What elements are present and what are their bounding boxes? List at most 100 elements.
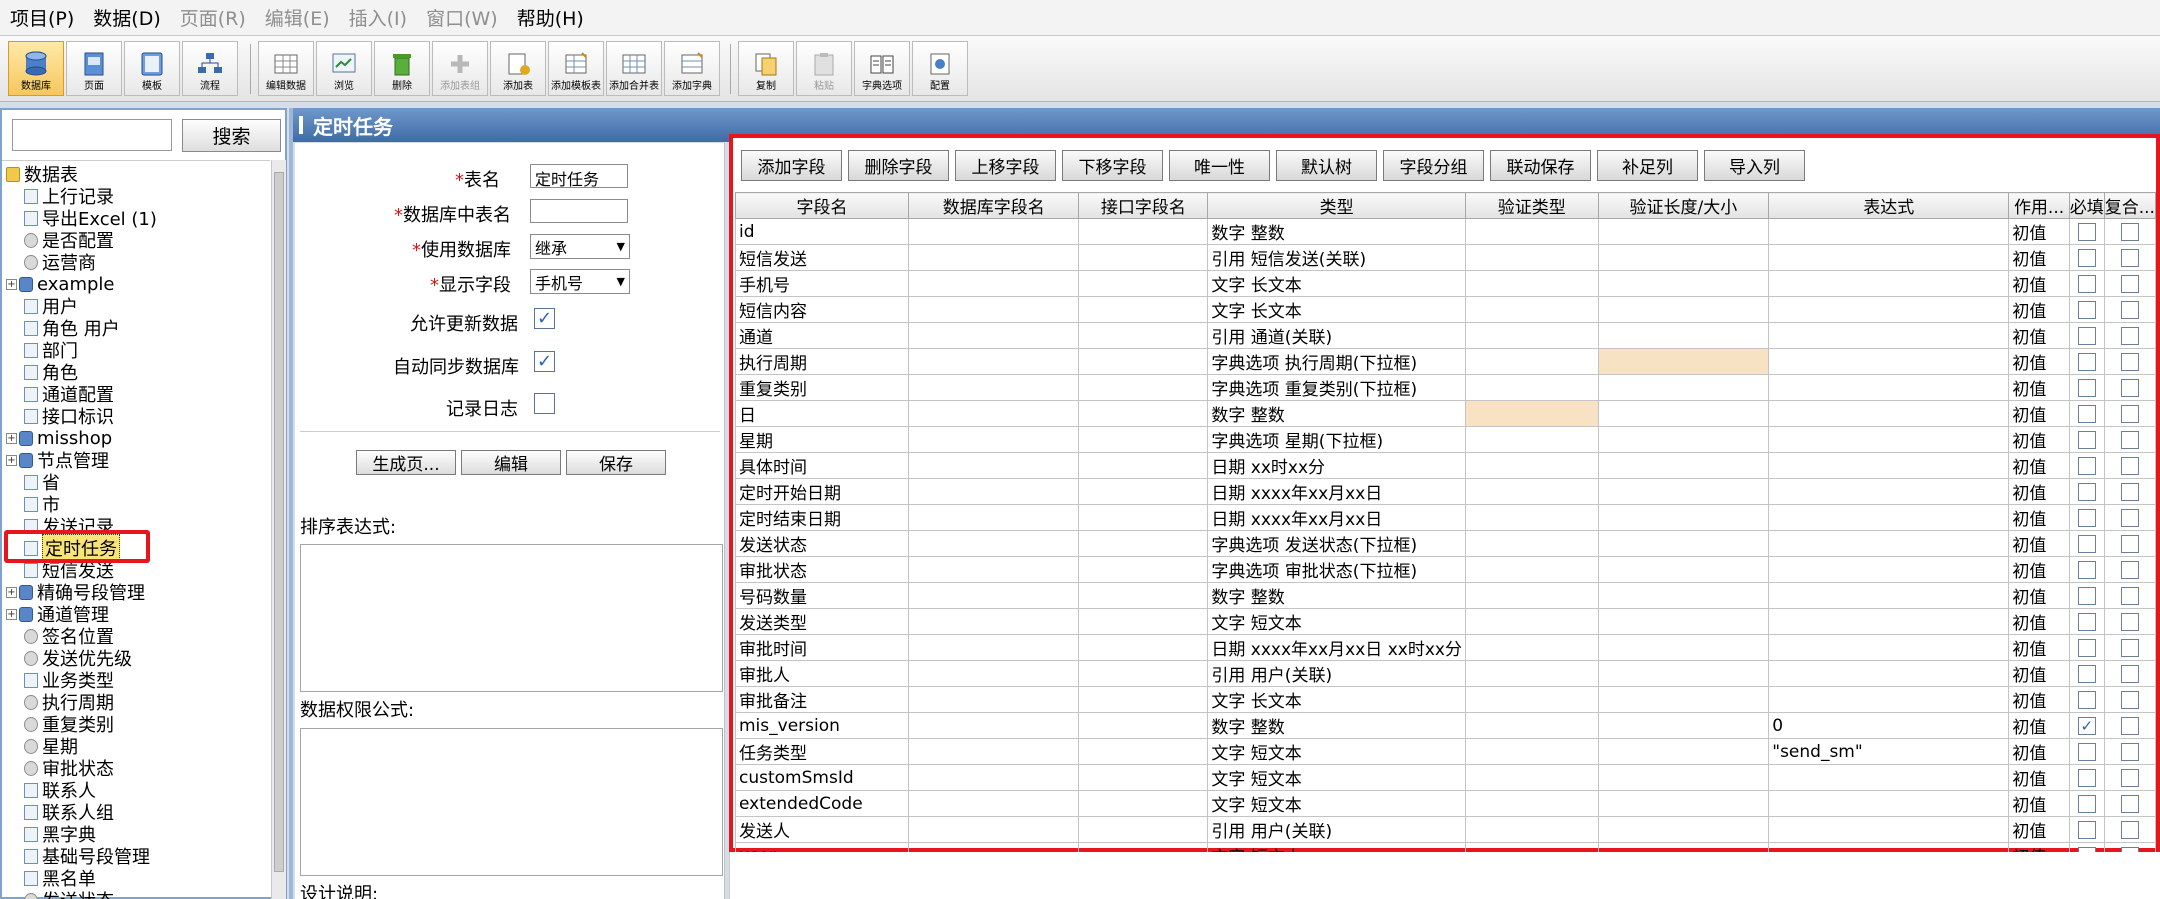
- grid-cell[interactable]: 数字 整数: [1207, 218, 1466, 245]
- grid-cell[interactable]: 初值: [2008, 374, 2070, 401]
- record-log-checkbox[interactable]: [534, 393, 555, 414]
- grid-cell[interactable]: [2068, 686, 2105, 713]
- add-table-group-button[interactable]: 添加表组: [432, 41, 488, 96]
- grid-cell[interactable]: 数字 整数: [1207, 712, 1466, 739]
- grid-cell[interactable]: 数字 整数: [1207, 582, 1466, 609]
- composite-checkbox[interactable]: [2120, 612, 2139, 631]
- grid-cell[interactable]: [1464, 556, 1599, 583]
- grid-cell[interactable]: [2103, 712, 2157, 739]
- move-up-field-button[interactable]: 上移字段: [955, 150, 1056, 181]
- table-row[interactable]: 重复类别 字典选项 重复类别(下拉框) 初值: [734, 374, 2157, 401]
- dictionary-options-button[interactable]: 字典选项: [854, 41, 910, 96]
- grid-cell[interactable]: [1078, 426, 1209, 453]
- grid-cell[interactable]: [2103, 478, 2157, 505]
- table-row[interactable]: 审批时间 日期 xxxx年xx月xx日 xx时xx分 初值: [734, 634, 2157, 661]
- grid-cell[interactable]: 0: [1768, 712, 2010, 739]
- required-checkbox[interactable]: [2077, 404, 2096, 423]
- paste-button[interactable]: 粘贴: [796, 41, 852, 96]
- grid-cell[interactable]: id: [734, 218, 910, 245]
- grid-cell[interactable]: 引用 通道(关联): [1207, 322, 1466, 349]
- composite-checkbox[interactable]: [2120, 404, 2139, 423]
- add-merge-table-button[interactable]: 添加合并表: [606, 41, 662, 96]
- panel-splitter[interactable]: [289, 108, 293, 899]
- required-checkbox[interactable]: [2077, 248, 2096, 267]
- column-header[interactable]: 接口字段名: [1078, 192, 1209, 219]
- unique-button[interactable]: 唯一性: [1169, 150, 1270, 181]
- tree-item[interactable]: -数据表: [6, 163, 78, 186]
- grid-cell[interactable]: [2103, 556, 2157, 583]
- grid-cell[interactable]: ✓: [2068, 712, 2105, 739]
- composite-checkbox[interactable]: [2120, 716, 2139, 735]
- grid-cell[interactable]: [1597, 712, 1770, 739]
- grid-cell[interactable]: [2103, 296, 2157, 323]
- composite-checkbox[interactable]: [2120, 430, 2139, 449]
- grid-cell[interactable]: 引用 用户(关联): [1207, 660, 1466, 687]
- grid-cell[interactable]: [1464, 738, 1599, 765]
- grid-cell[interactable]: 日: [734, 400, 910, 427]
- grid-cell[interactable]: [2103, 244, 2157, 271]
- grid-cell[interactable]: [2068, 530, 2105, 557]
- grid-cell[interactable]: 初值: [2008, 816, 2070, 843]
- grid-cell[interactable]: 初值: [2008, 556, 2070, 583]
- tree-item[interactable]: 接口标识: [24, 405, 114, 428]
- required-checkbox[interactable]: [2077, 482, 2096, 501]
- grid-cell[interactable]: [1597, 608, 1770, 635]
- menu-help[interactable]: 帮助(H): [507, 4, 593, 31]
- grid-cell[interactable]: 字典选项 审批状态(下拉框): [1207, 556, 1466, 583]
- grid-cell[interactable]: [908, 244, 1080, 271]
- grid-cell[interactable]: [1597, 530, 1770, 557]
- linked-save-button[interactable]: 联动保存: [1490, 150, 1591, 181]
- menu-window[interactable]: 窗口(W): [416, 4, 507, 31]
- grid-cell[interactable]: 初值: [2008, 348, 2070, 375]
- grid-cell[interactable]: 手机号: [734, 270, 910, 297]
- table-row[interactable]: extendedCode 文字 短文本 初值: [734, 790, 2157, 817]
- expand-icon[interactable]: +: [6, 608, 17, 620]
- grid-cell[interactable]: [2103, 374, 2157, 401]
- edit-button[interactable]: 编辑: [461, 450, 561, 475]
- grid-cell[interactable]: [1078, 816, 1209, 843]
- required-checkbox[interactable]: [2077, 352, 2096, 371]
- table-row[interactable]: 定时结束日期 日期 xxxx年xx月xx日 初值: [734, 504, 2157, 531]
- field-group-button[interactable]: 字段分组: [1383, 150, 1484, 181]
- tree-item[interactable]: 定时任务: [24, 534, 120, 562]
- composite-checkbox[interactable]: [2120, 586, 2139, 605]
- grid-cell[interactable]: [1464, 790, 1599, 817]
- grid-cell[interactable]: [1464, 478, 1599, 505]
- required-checkbox[interactable]: [2077, 768, 2096, 787]
- grid-cell[interactable]: 初值: [2008, 660, 2070, 687]
- grid-cell[interactable]: [1464, 452, 1599, 479]
- grid-cell[interactable]: 审批时间: [734, 634, 910, 661]
- required-checkbox[interactable]: [2077, 638, 2096, 657]
- grid-cell[interactable]: [1597, 790, 1770, 817]
- grid-cell[interactable]: [1078, 556, 1209, 583]
- grid-cell[interactable]: [1768, 504, 2010, 531]
- grid-cell[interactable]: [1768, 816, 2010, 843]
- grid-cell[interactable]: 文字 短文本: [1207, 790, 1466, 817]
- grid-cell[interactable]: [1078, 322, 1209, 349]
- import-columns-button[interactable]: 导入列: [1704, 150, 1805, 181]
- tree-item[interactable]: 黑名单: [24, 867, 96, 890]
- grid-cell[interactable]: [2068, 478, 2105, 505]
- column-header[interactable]: 复合...: [2103, 192, 2157, 219]
- add-table-button[interactable]: 添加表: [490, 41, 546, 96]
- config-button[interactable]: 配置: [912, 41, 968, 96]
- grid-cell[interactable]: [2068, 218, 2105, 245]
- required-checkbox[interactable]: [2077, 534, 2096, 553]
- grid-cell[interactable]: [908, 530, 1080, 557]
- column-header[interactable]: 验证类型: [1464, 192, 1599, 219]
- grid-cell[interactable]: [908, 504, 1080, 531]
- composite-checkbox[interactable]: [2120, 638, 2139, 657]
- grid-cell[interactable]: [908, 556, 1080, 583]
- expand-icon[interactable]: +: [6, 432, 17, 444]
- grid-cell[interactable]: 审批人: [734, 660, 910, 687]
- grid-cell[interactable]: [1768, 244, 2010, 271]
- tree-item[interactable]: 联系人: [24, 779, 96, 802]
- grid-cell[interactable]: 日期 xx时xx分: [1207, 452, 1466, 479]
- grid-cell[interactable]: [1078, 296, 1209, 323]
- grid-cell[interactable]: 文字 长文本: [1207, 296, 1466, 323]
- grid-cell[interactable]: [908, 270, 1080, 297]
- grid-cell[interactable]: [1768, 686, 2010, 713]
- column-header[interactable]: 作用...: [2008, 192, 2070, 219]
- grid-cell[interactable]: [1597, 634, 1770, 661]
- grid-cell[interactable]: [2103, 530, 2157, 557]
